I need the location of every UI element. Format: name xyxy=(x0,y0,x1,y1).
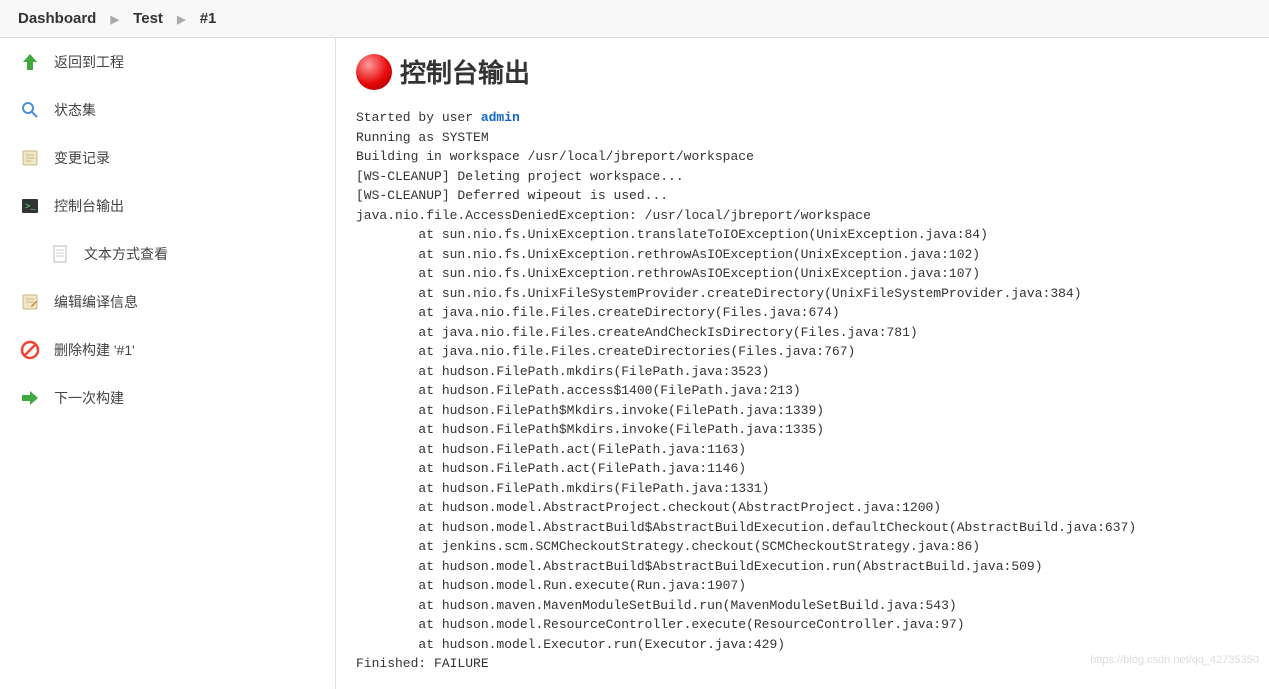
console-line: at hudson.FilePath.access$1400(FilePath.… xyxy=(356,381,1249,401)
console-line: [WS-CLEANUP] Deleting project workspace.… xyxy=(356,167,1249,187)
main-content: 控制台输出 Started by user adminRunning as SY… xyxy=(336,38,1269,689)
notepad-icon xyxy=(18,146,42,170)
console-line: at java.nio.file.Files.createDirectories… xyxy=(356,342,1249,362)
search-icon xyxy=(18,98,42,122)
sidebar-item-changes[interactable]: 变更记录 xyxy=(0,134,335,182)
console-line: Running as SYSTEM xyxy=(356,128,1249,148)
console-line: at hudson.FilePath.mkdirs(FilePath.java:… xyxy=(356,362,1249,382)
console-line: at hudson.FilePath$Mkdirs.invoke(FilePat… xyxy=(356,420,1249,440)
breadcrumb: Dashboard ▶ Test ▶ #1 xyxy=(0,0,1269,38)
console-line: at hudson.model.AbstractProject.checkout… xyxy=(356,498,1249,518)
console-line: at sun.nio.fs.UnixException.rethrowAsIOE… xyxy=(356,245,1249,265)
console-line: at hudson.FilePath.act(FilePath.java:116… xyxy=(356,440,1249,460)
page-title: 控制台输出 xyxy=(356,53,1249,90)
console-line: java.nio.file.AccessDeniedException: /us… xyxy=(356,206,1249,226)
breadcrumb-project[interactable]: Test xyxy=(133,10,163,27)
up-arrow-icon xyxy=(18,50,42,74)
sidebar-item-label: 编辑编译信息 xyxy=(54,292,138,312)
console-line: at sun.nio.fs.UnixException.rethrowAsIOE… xyxy=(356,264,1249,284)
terminal-icon: >_ xyxy=(18,194,42,218)
console-line: at hudson.model.Run.execute(Run.java:190… xyxy=(356,576,1249,596)
console-line: at sun.nio.fs.UnixFileSystemProvider.cre… xyxy=(356,284,1249,304)
console-line: at hudson.model.AbstractBuild$AbstractBu… xyxy=(356,518,1249,538)
sidebar-item-label: 下一次构建 xyxy=(54,388,124,408)
console-line: Started by user admin xyxy=(356,108,1249,128)
chevron-right-icon: ▶ xyxy=(111,14,119,26)
sidebar-item-label: 文本方式查看 xyxy=(84,244,168,264)
page-title-text: 控制台输出 xyxy=(400,53,530,90)
notepad-icon xyxy=(18,290,42,314)
breadcrumb-build[interactable]: #1 xyxy=(200,10,217,27)
chevron-right-icon: ▶ xyxy=(177,14,185,26)
sidebar-item-edit-build-info[interactable]: 编辑编译信息 xyxy=(0,278,335,326)
console-line: at hudson.model.AbstractBuild$AbstractBu… xyxy=(356,557,1249,577)
console-line: at hudson.FilePath$Mkdirs.invoke(FilePat… xyxy=(356,401,1249,421)
console-line: at hudson.FilePath.mkdirs(FilePath.java:… xyxy=(356,479,1249,499)
sidebar-item-next-build[interactable]: 下一次构建 xyxy=(0,374,335,422)
sidebar-item-label: 删除构建 '#1' xyxy=(54,340,135,360)
console-line: Building in workspace /usr/local/jbrepor… xyxy=(356,147,1249,167)
console-output: Started by user adminRunning as SYSTEMBu… xyxy=(356,108,1249,674)
sidebar-item-console-output[interactable]: >_ 控制台输出 xyxy=(0,182,335,230)
console-line: at hudson.model.ResourceController.execu… xyxy=(356,615,1249,635)
console-line: [WS-CLEANUP] Deferred wipeout is used... xyxy=(356,186,1249,206)
document-icon xyxy=(48,242,72,266)
right-arrow-icon xyxy=(18,386,42,410)
sidebar-item-delete-build[interactable]: 删除构建 '#1' xyxy=(0,326,335,374)
sidebar: 返回到工程 状态集 变更记录 >_ 控制台输出 文本方式查看 xyxy=(0,38,336,689)
console-line: at java.nio.file.Files.createAndCheckIsD… xyxy=(356,323,1249,343)
delete-icon xyxy=(18,338,42,362)
sidebar-item-label: 变更记录 xyxy=(54,148,110,168)
console-line: at hudson.maven.MavenModuleSetBuild.run(… xyxy=(356,596,1249,616)
watermark: https://blog.csdn.net/qq_42735350 xyxy=(1090,654,1259,666)
console-line: at hudson.FilePath.act(FilePath.java:114… xyxy=(356,459,1249,479)
console-line: at java.nio.file.Files.createDirectory(F… xyxy=(356,303,1249,323)
console-user-link[interactable]: admin xyxy=(481,110,520,125)
sidebar-item-status[interactable]: 状态集 xyxy=(0,86,335,134)
sidebar-item-label: 返回到工程 xyxy=(54,52,124,72)
sidebar-item-label: 控制台输出 xyxy=(54,196,124,216)
svg-text:>_: >_ xyxy=(25,202,36,212)
breadcrumb-dashboard[interactable]: Dashboard xyxy=(18,10,96,27)
console-line: at sun.nio.fs.UnixException.translateToI… xyxy=(356,225,1249,245)
sidebar-item-label: 状态集 xyxy=(54,100,96,120)
status-ball-icon xyxy=(356,54,392,90)
sidebar-item-back-to-project[interactable]: 返回到工程 xyxy=(0,38,335,86)
console-line: at jenkins.scm.SCMCheckoutStrategy.check… xyxy=(356,537,1249,557)
sidebar-item-view-as-text[interactable]: 文本方式查看 xyxy=(0,230,335,278)
console-line: at hudson.model.Executor.run(Executor.ja… xyxy=(356,635,1249,655)
